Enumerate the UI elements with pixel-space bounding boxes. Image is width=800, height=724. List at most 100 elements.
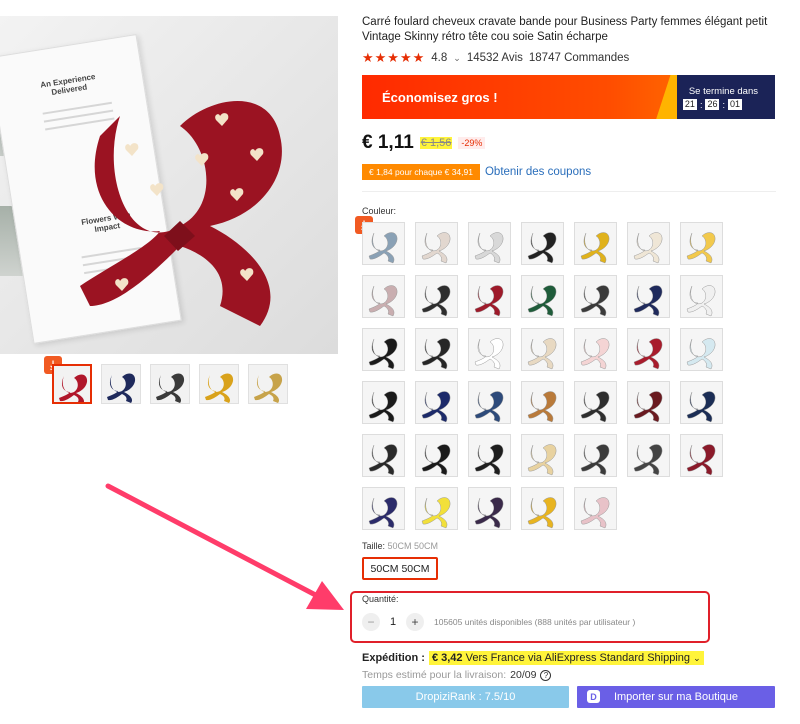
get-coupons-link[interactable]: Obtenir des coupons (485, 166, 591, 178)
color-swatch[interactable] (468, 275, 511, 318)
scarf-swatch-image (681, 435, 722, 476)
color-swatch[interactable] (574, 381, 617, 424)
color-swatch[interactable] (415, 381, 458, 424)
annotation-arrow-icon (105, 483, 344, 610)
gallery-thumbnail[interactable] (101, 364, 141, 404)
color-swatch[interactable] (627, 328, 670, 371)
color-swatch[interactable] (574, 275, 617, 318)
color-swatch[interactable] (521, 434, 564, 477)
orders-count: 18747 Commandes (528, 52, 630, 64)
question-icon[interactable]: ? (540, 669, 552, 681)
scarf-swatch-image (681, 276, 722, 317)
color-swatch[interactable] (627, 381, 670, 424)
discount-badge: -29% (458, 137, 486, 149)
price-row: € 1,11 € 1,56 -29% (362, 132, 486, 154)
color-swatch[interactable] (627, 222, 670, 265)
quantity-minus-button[interactable]: − (362, 613, 380, 631)
scarf-swatch-image (575, 276, 616, 317)
scarf-swatch-image (363, 435, 404, 476)
scarf-swatch-image (416, 223, 457, 264)
color-swatch[interactable] (468, 328, 511, 371)
scarf-swatch-image (628, 435, 669, 476)
color-swatch[interactable] (468, 381, 511, 424)
delivery-estimate: Temps estimé pour la livraison: 20/09 ? (362, 669, 552, 681)
chevron-down-icon: ⌄ (693, 653, 701, 663)
promo-timer-panel (677, 75, 775, 119)
size-selected-value: 50CM 50CM (387, 541, 439, 551)
scarf-swatch-image (522, 329, 563, 370)
main-product-image[interactable]: An Experience Delivered Flowers With Imp… (0, 16, 338, 354)
color-swatch[interactable] (574, 434, 617, 477)
color-swatch[interactable] (574, 487, 617, 530)
color-swatch[interactable] (415, 434, 458, 477)
color-swatch[interactable] (521, 487, 564, 530)
color-swatch[interactable] (627, 275, 670, 318)
color-swatch[interactable] (362, 487, 405, 530)
color-swatch[interactable] (362, 381, 405, 424)
color-swatch[interactable] (574, 328, 617, 371)
gallery-thumbnail[interactable] (150, 364, 190, 404)
color-swatch[interactable] (468, 487, 511, 530)
scarf-thumbnail-image (156, 373, 185, 403)
product-title: Carré foulard cheveux cravate bande pour… (362, 16, 768, 43)
shipping-option[interactable]: € 3,42 Vers France via AliExpress Standa… (428, 651, 704, 665)
coupon-tag[interactable]: € 1,84 pour chaque € 34,91 (362, 164, 480, 180)
color-swatch[interactable] (680, 222, 723, 265)
scarf-swatch-image (628, 382, 669, 423)
color-swatch[interactable] (362, 222, 405, 265)
delivery-label: Temps estimé pour la livraison: (362, 669, 507, 681)
color-swatch[interactable] (521, 275, 564, 318)
size-option-button[interactable]: 50CM 50CM (362, 557, 438, 580)
color-swatch[interactable] (362, 434, 405, 477)
color-swatch[interactable] (362, 328, 405, 371)
gallery-thumbnail[interactable] (199, 364, 239, 404)
color-swatch[interactable] (680, 434, 723, 477)
color-swatch[interactable] (680, 381, 723, 424)
gallery-thumbnail[interactable] (52, 364, 92, 404)
scarf-swatch-image (469, 382, 510, 423)
quantity-value[interactable]: 1 (386, 616, 400, 628)
promo-ends-label: Se termine dans (688, 86, 758, 97)
color-swatch[interactable] (415, 275, 458, 318)
scarf-swatch-image (522, 276, 563, 317)
color-swatch[interactable] (415, 222, 458, 265)
scarf-swatch-image (575, 329, 616, 370)
color-swatch[interactable] (468, 222, 511, 265)
scarf-swatch-image (575, 382, 616, 423)
color-swatch[interactable] (415, 487, 458, 530)
scarf-swatch-image (681, 382, 722, 423)
color-swatch[interactable] (627, 434, 670, 477)
timer-hours: 21 (682, 99, 697, 110)
reviews-count[interactable]: 14532 Avis (467, 52, 523, 64)
dropizi-logo-icon: D (587, 690, 600, 703)
import-to-store-button[interactable]: D Importer sur ma Boutique (577, 686, 775, 708)
gallery-thumbnail[interactable] (248, 364, 288, 404)
color-swatch[interactable] (521, 222, 564, 265)
scarf-swatch-image (469, 223, 510, 264)
color-swatch[interactable] (415, 328, 458, 371)
chevron-down-icon[interactable]: ⌄ (453, 53, 461, 64)
scarf-swatch-image (681, 223, 722, 264)
divider (362, 191, 776, 192)
color-swatch[interactable] (680, 275, 723, 318)
promo-label: Économisez gros ! (382, 90, 498, 105)
dropizi-rank-button[interactable]: DropiziRank : 7.5/10 (362, 686, 569, 708)
countdown-timer: 21: 26: 01 (682, 99, 742, 110)
original-price: € 1,56 (419, 137, 453, 149)
color-swatch[interactable] (521, 328, 564, 371)
quantity-plus-button[interactable]: + (406, 613, 424, 631)
color-swatch[interactable] (468, 434, 511, 477)
coupon-row: € 1,84 pour chaque € 34,91 Obtenir des c… (362, 164, 591, 180)
scarf-thumbnail-image (107, 373, 136, 403)
scarf-swatch-image (416, 329, 457, 370)
color-swatch[interactable] (362, 275, 405, 318)
rating-value[interactable]: 4.8 (431, 52, 447, 64)
color-swatch[interactable] (521, 381, 564, 424)
scarf-swatch-image (416, 488, 457, 529)
star-icon: ★★★★★ (362, 50, 426, 65)
scarf-swatch-image (628, 329, 669, 370)
color-swatch[interactable] (574, 222, 617, 265)
color-swatch[interactable] (680, 328, 723, 371)
quantity-stepper: − 1 + 105605 unités disponibles (888 uni… (362, 613, 635, 631)
delivery-date: 20/09 (510, 669, 537, 681)
